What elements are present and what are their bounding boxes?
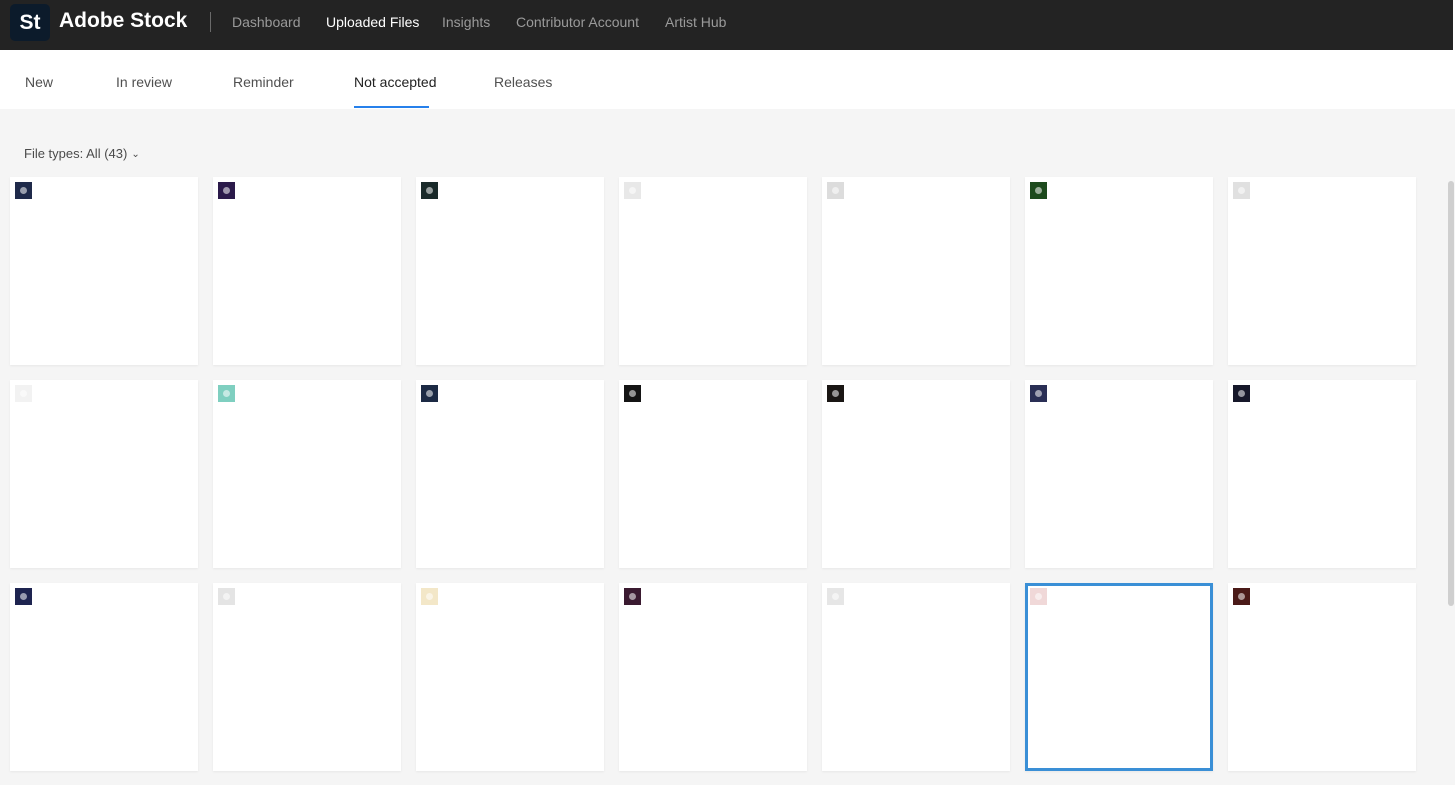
thumbnail-sketch-birds (1233, 182, 1250, 199)
tab-releases[interactable]: Releases (494, 74, 552, 90)
thumbnail-astronaut-dark (15, 182, 32, 199)
file-tile[interactable] (213, 583, 401, 771)
logo-text: St (19, 10, 41, 34)
file-tile[interactable] (416, 380, 604, 568)
thumbnail-art (1035, 187, 1042, 194)
thumbnail-purple-character (218, 182, 235, 199)
thumbnail-art (223, 593, 230, 600)
thumbnail-colorful-character (421, 588, 438, 605)
thumbnail-art (20, 593, 27, 600)
thumbnail-art (223, 187, 230, 194)
file-tile[interactable] (1228, 380, 1416, 568)
nav-contributor-account[interactable]: Contributor Account (516, 14, 639, 30)
active-tab-indicator (354, 106, 429, 108)
thumbnail-art (426, 593, 433, 600)
thumbnail-teal-pattern (218, 385, 235, 402)
file-tile[interactable] (10, 583, 198, 771)
thumbnail-art (426, 187, 433, 194)
thumbnail-art (629, 187, 636, 194)
scrollbar[interactable] (1448, 181, 1454, 606)
thumbnail-art (629, 390, 636, 397)
thumbnail-red-lips (1030, 588, 1047, 605)
file-tile[interactable] (822, 380, 1010, 568)
file-tile[interactable] (213, 177, 401, 365)
top-nav-bar: St Adobe Stock Dashboard Uploaded Files … (0, 0, 1455, 50)
file-tile[interactable] (1228, 177, 1416, 365)
tab-reminder[interactable]: Reminder (233, 74, 294, 90)
file-tile[interactable] (416, 583, 604, 771)
thumbnail-art (223, 390, 230, 397)
thumbnail-art (1035, 390, 1042, 397)
tab-not-accepted[interactable]: Not accepted (354, 74, 437, 90)
thumbnail-light-sketch (15, 385, 32, 402)
thumbnail-art (1238, 593, 1245, 600)
file-tile[interactable] (10, 177, 198, 365)
thumbnail-art (1238, 390, 1245, 397)
file-tile[interactable] (416, 177, 604, 365)
file-tile[interactable] (619, 177, 807, 365)
file-tile[interactable] (1025, 177, 1213, 365)
thumbnail-art (426, 390, 433, 397)
file-tile[interactable] (619, 583, 807, 771)
thumbnail-art (832, 187, 839, 194)
file-tile[interactable] (10, 380, 198, 568)
thumbnail-art (629, 593, 636, 600)
thumbnail-art (1035, 593, 1042, 600)
thumbnail-gold-ornament-dark (827, 385, 844, 402)
file-types-filter[interactable]: File types: All (43) ⌄ (24, 146, 140, 161)
thumbnail-brown-animal-face (1233, 588, 1250, 605)
file-tile[interactable] (822, 583, 1010, 771)
thumbnail-blue-emblem-dark (421, 385, 438, 402)
thumbnail-art (20, 390, 27, 397)
brand-divider (210, 12, 211, 32)
brand-title[interactable]: Adobe Stock (59, 9, 187, 33)
file-tile[interactable] (822, 177, 1010, 365)
thumbnail-pink-character-dark (624, 588, 641, 605)
thumbnail-art (832, 390, 839, 397)
file-tile[interactable] (619, 380, 807, 568)
adobe-stock-logo[interactable]: St (10, 4, 50, 41)
thumbnail-sketch-pair (827, 588, 844, 605)
thumbnail-astronaut-portrait (1030, 385, 1047, 402)
tab-in-review[interactable]: In review (116, 74, 172, 90)
tab-new[interactable]: New (25, 74, 53, 90)
thumbnail-astronaut-navy (15, 588, 32, 605)
nav-uploaded-files[interactable]: Uploaded Files (326, 14, 419, 30)
nav-artist-hub[interactable]: Artist Hub (665, 14, 726, 30)
thumbnail-art (1238, 187, 1245, 194)
nav-insights[interactable]: Insights (442, 14, 490, 30)
thumbnail-art (832, 593, 839, 600)
file-tile[interactable] (1025, 583, 1213, 771)
thumbnail-green-emblem (1030, 182, 1047, 199)
thumbnail-sketch-grid (218, 588, 235, 605)
chevron-down-icon: ⌄ (131, 149, 140, 161)
thumbnail-orange-flower-dark (624, 385, 641, 402)
thumbnail-sketch-dancers (827, 182, 844, 199)
thumbnail-green-character-dark (421, 182, 438, 199)
thumbnail-sketch-figures (624, 182, 641, 199)
file-types-label: File types: All (43) (24, 146, 128, 161)
thumbnail-art (20, 187, 27, 194)
status-tabs: New In review Reminder Not accepted Rele… (0, 50, 1455, 109)
nav-dashboard[interactable]: Dashboard (232, 14, 301, 30)
file-tile[interactable] (213, 380, 401, 568)
file-tile[interactable] (1228, 583, 1416, 771)
thumbnail-colorful-bouquet-dark (1233, 385, 1250, 402)
file-tile[interactable] (1025, 380, 1213, 568)
